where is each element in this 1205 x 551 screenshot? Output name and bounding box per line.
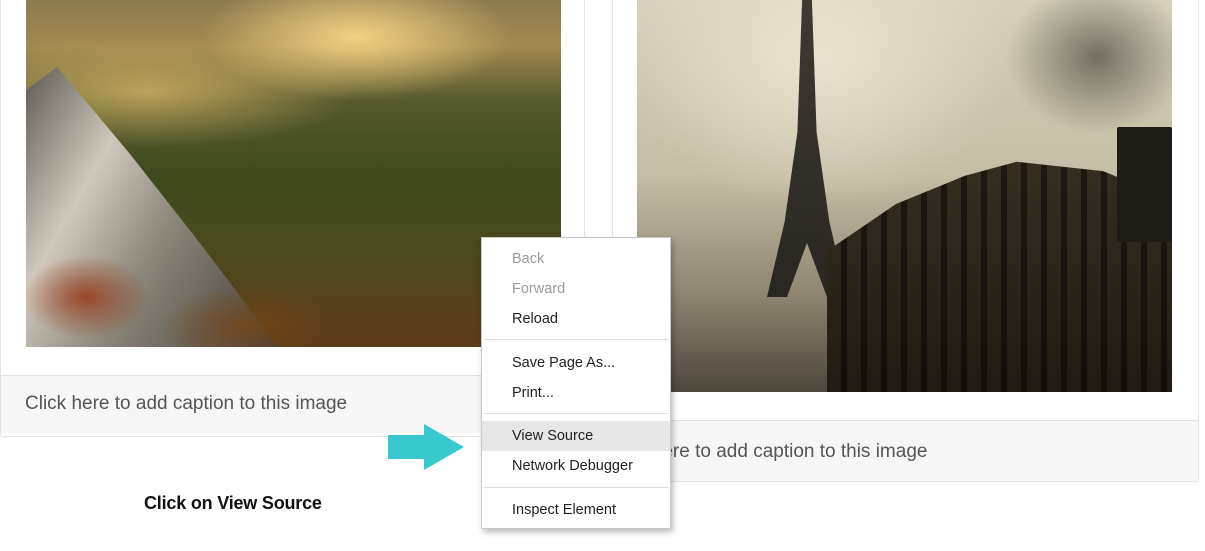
menu-item-save-page-as[interactable]: Save Page As... bbox=[482, 348, 670, 378]
menu-item-print[interactable]: Print... bbox=[482, 378, 670, 408]
eiffel-tower-image bbox=[637, 0, 1172, 392]
menu-item-network-debugger[interactable]: Network Debugger bbox=[482, 451, 670, 481]
caption-input-right[interactable]: k here to add caption to this image bbox=[613, 420, 1198, 481]
menu-separator bbox=[484, 339, 668, 340]
context-menu: Back Forward Reload Save Page As... Prin… bbox=[481, 237, 671, 529]
menu-item-forward[interactable]: Forward bbox=[482, 274, 670, 304]
image-card-right: k here to add caption to this image bbox=[612, 0, 1199, 482]
right-arrow-icon bbox=[388, 424, 464, 470]
street-lamp bbox=[1117, 127, 1172, 242]
instruction-text: Click on View Source bbox=[144, 493, 322, 513]
menu-separator bbox=[484, 487, 668, 488]
menu-item-back[interactable]: Back bbox=[482, 244, 670, 274]
autumn-foliage bbox=[26, 177, 326, 347]
menu-item-inspect-element[interactable]: Inspect Element bbox=[482, 495, 670, 525]
menu-item-reload[interactable]: Reload bbox=[482, 304, 670, 334]
menu-item-view-source[interactable]: View Source bbox=[482, 421, 670, 451]
menu-separator bbox=[484, 413, 668, 414]
